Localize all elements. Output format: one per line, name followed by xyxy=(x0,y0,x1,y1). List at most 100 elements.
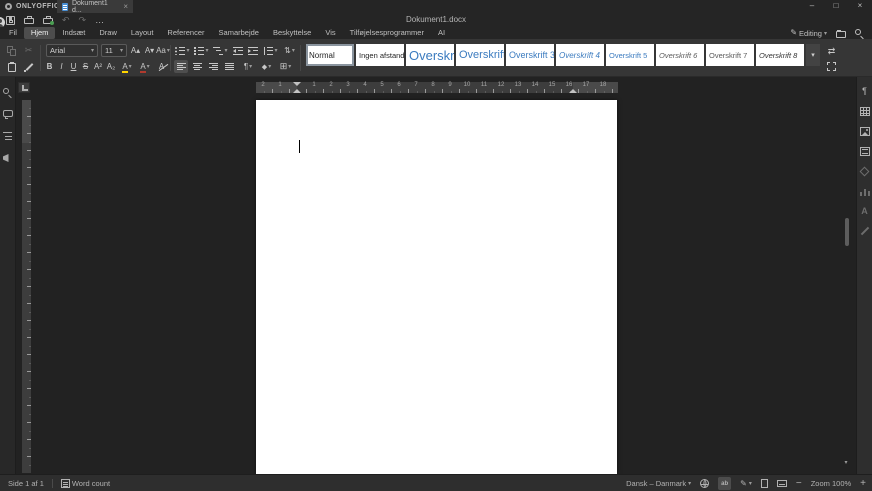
menu-tab-beskyttelse[interactable]: Beskyttelse xyxy=(266,27,318,39)
line-spacing-button[interactable]: ▾ xyxy=(262,44,279,57)
document-tab[interactable]: Dokument1 d... × xyxy=(57,0,133,13)
paragraph-settings-button[interactable]: ¶ xyxy=(859,85,871,97)
horizontal-ruler[interactable]: 21123456789101112131415161718 xyxy=(256,82,618,93)
paste-button[interactable] xyxy=(4,60,19,73)
vertical-ruler[interactable] xyxy=(22,100,31,473)
document-page[interactable] xyxy=(256,100,617,474)
fit-to-page-button[interactable] xyxy=(761,479,768,488)
document-language-button[interactable]: Dansk – Danmark ▾ xyxy=(626,479,691,488)
print-button[interactable] xyxy=(24,18,34,24)
quick-print-button[interactable] xyxy=(43,18,53,24)
style-normal[interactable]: Normal xyxy=(306,44,354,66)
numbered-list-button[interactable]: ▾ xyxy=(193,44,210,57)
customize-quick-access-button[interactable]: … xyxy=(95,14,104,26)
find-replace-button[interactable]: ⇄ xyxy=(824,44,839,57)
headerfooter-settings-button[interactable] xyxy=(859,145,871,157)
right-indent-marker[interactable] xyxy=(569,82,577,93)
multilevel-list-button[interactable]: ▾ xyxy=(212,44,229,57)
decrease-font-button[interactable]: A▾ xyxy=(143,44,156,57)
menu-tab-tilfojelsesprogrammer[interactable]: Tilføjelsesprogrammer xyxy=(343,27,431,39)
strikethrough-button[interactable]: S xyxy=(80,60,91,73)
zoom-in-button[interactable]: + xyxy=(860,478,866,489)
style-overskrift-3[interactable]: Overskrift 3 xyxy=(506,44,554,66)
editing-mode-dropdown[interactable]: ✎ Editing ▾ xyxy=(790,28,827,38)
font-color-button[interactable]: A▾ xyxy=(137,60,153,73)
sort-button[interactable]: ⇅▾ xyxy=(281,44,298,57)
vertical-scrollbar[interactable] xyxy=(845,218,849,246)
menu-tab-layout[interactable]: Layout xyxy=(124,27,161,39)
maximize-button[interactable]: □ xyxy=(824,0,848,12)
headings-panel-button[interactable] xyxy=(2,130,14,142)
style-overskrift-5[interactable]: Overskrift 5 xyxy=(606,44,654,66)
font-family-combo[interactable]: Arial ▾ xyxy=(46,44,98,57)
feedback-support-button[interactable] xyxy=(2,152,14,164)
redo-button[interactable]: ↷ xyxy=(79,14,87,26)
set-language-button[interactable] xyxy=(700,479,709,488)
change-case-button[interactable]: Aa▾ xyxy=(156,44,170,57)
menu-tab-vis[interactable]: Vis xyxy=(318,27,342,39)
next-page-button[interactable]: ▾ xyxy=(841,458,851,468)
bullet-list-button[interactable]: ▾ xyxy=(174,44,191,57)
search-button[interactable] xyxy=(855,29,864,38)
style-overskrift-1[interactable]: Overskrift 1 xyxy=(406,44,454,66)
style-gallery-expand-button[interactable]: ▾ xyxy=(806,44,820,66)
increase-indent-button[interactable] xyxy=(246,44,259,57)
highlight-color-button[interactable]: A▾ xyxy=(119,60,135,73)
left-indent-marker[interactable] xyxy=(293,82,301,93)
fit-to-width-button[interactable] xyxy=(777,480,787,487)
style-overskrift-8[interactable]: Overskrift 8 xyxy=(756,44,804,66)
font-size-combo[interactable]: 11 ▾ xyxy=(101,44,127,57)
tab-close-icon[interactable]: × xyxy=(123,0,128,13)
style-overskrift-6[interactable]: Overskrift 6 xyxy=(656,44,704,66)
select-all-button[interactable] xyxy=(824,60,839,73)
tab-stop-selector[interactable] xyxy=(18,82,30,93)
open-file-location-button[interactable] xyxy=(836,31,846,38)
menu-tab-draw[interactable]: Draw xyxy=(92,27,124,39)
menu-tab-indsaet[interactable]: Indsæt xyxy=(55,27,92,39)
undo-button[interactable]: ↶ xyxy=(62,14,70,26)
decrease-indent-button[interactable] xyxy=(231,44,244,57)
align-justify-button[interactable] xyxy=(222,60,236,73)
zoom-level[interactable]: Zoom 100% xyxy=(811,479,851,488)
minimize-button[interactable]: – xyxy=(800,0,824,12)
menu-tab-referencer[interactable]: Referencer xyxy=(160,27,211,39)
signature-settings-button[interactable] xyxy=(859,225,871,237)
track-changes-button[interactable]: ✎ ▾ xyxy=(740,479,752,488)
align-center-button[interactable] xyxy=(190,60,204,73)
page-indicator[interactable]: Side 1 af 1 xyxy=(8,479,44,488)
align-right-button[interactable] xyxy=(206,60,220,73)
subscript-button[interactable]: A₂ xyxy=(105,60,117,73)
shading-button[interactable]: ◆▾ xyxy=(258,60,275,73)
menu-tab-hjem[interactable]: Hjem xyxy=(24,27,56,39)
clear-style-button[interactable]: A xyxy=(155,60,168,73)
menu-tab-ai[interactable]: AI xyxy=(431,27,452,39)
underline-button[interactable]: U xyxy=(68,60,79,73)
style-overskrift-4[interactable]: Overskrift 4 xyxy=(556,44,604,66)
align-left-button[interactable] xyxy=(174,60,188,73)
menu-tab-samarbejde[interactable]: Samarbejde xyxy=(212,27,266,39)
chart-settings-button[interactable] xyxy=(859,185,871,197)
zoom-out-button[interactable]: − xyxy=(796,478,802,489)
close-button[interactable]: × xyxy=(848,0,872,12)
save-button[interactable] xyxy=(6,16,15,25)
bold-button[interactable]: B xyxy=(44,60,55,73)
style-overskrift-7[interactable]: Overskrift 7 xyxy=(706,44,754,66)
style-overskrift-2[interactable]: Overskrift 2 xyxy=(456,44,504,66)
superscript-button[interactable]: A² xyxy=(92,60,104,73)
format-painter-button[interactable] xyxy=(21,60,36,73)
borders-button[interactable]: ⊞▾ xyxy=(277,60,294,73)
image-settings-button[interactable] xyxy=(859,125,871,137)
word-count-button[interactable]: Word count xyxy=(61,479,110,488)
style-ingen-afstand[interactable]: Ingen afstand xyxy=(356,44,404,66)
italic-button[interactable]: I xyxy=(56,60,67,73)
textart-settings-button[interactable]: A xyxy=(859,205,871,217)
increase-font-button[interactable]: A▴ xyxy=(129,44,142,57)
copy-button[interactable] xyxy=(4,44,19,57)
table-settings-button[interactable] xyxy=(859,105,871,117)
spell-check-button[interactable]: ab xyxy=(718,477,731,490)
comments-panel-button[interactable] xyxy=(2,108,14,120)
nonprinting-characters-button[interactable]: ¶▾ xyxy=(240,60,256,73)
menu-tab-fil[interactable]: Fil xyxy=(2,27,24,39)
shape-settings-button[interactable] xyxy=(859,165,871,177)
cut-button[interactable]: ✂ xyxy=(21,44,36,57)
